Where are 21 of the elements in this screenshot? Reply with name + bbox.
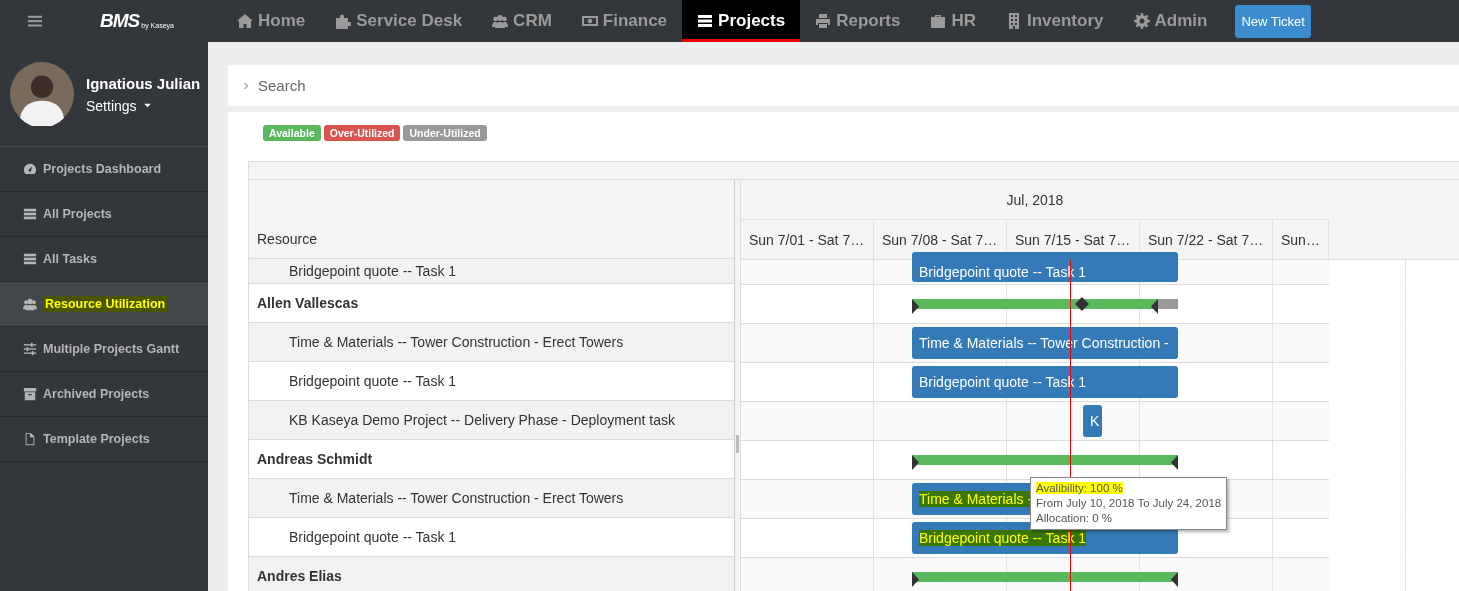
week-header: Sun 7/01 - Sat 7… <box>741 220 874 259</box>
resource-name: Andres Elias <box>257 568 342 584</box>
tooltip-text: Allocation: 0 % <box>1036 512 1113 524</box>
legend-badge: Available <box>263 125 321 141</box>
task-name: Bridgepoint quote -- Task 1 <box>289 373 457 389</box>
column-header: Resource <box>249 180 734 259</box>
task-name: KB Kaseya Demo Project -- Delivery Phase - Deployment task <box>289 412 675 428</box>
user-name: Ignatious Julian <box>86 74 201 92</box>
resource-name: Allen Vallescas <box>257 295 359 311</box>
tooltip-text: Avalibility: 100 % <box>1036 482 1123 494</box>
legend-badge: Under-Utilized <box>403 125 487 141</box>
resource-name: Andreas Schmidt <box>257 451 373 467</box>
task-name: Time & Materials -- Tower Construction - Erect Towers <box>289 334 624 350</box>
tooltip-text: From July 10, 2018 To July 24, 2018 <box>1036 497 1222 509</box>
legend-badge: Over-Utilized <box>323 125 401 141</box>
task-name: Time & Materials -- Tower Construction - Erect Towers <box>289 490 624 506</box>
logo-text: BMS <box>100 10 140 32</box>
month-header: Jul, 2018 <box>741 180 1329 220</box>
week-header: Sun… <box>1273 220 1329 259</box>
task-name: Bridgepoint quote -- Task 1 <box>289 263 457 279</box>
task-name: Bridgepoint quote -- Task 1 <box>289 529 457 545</box>
